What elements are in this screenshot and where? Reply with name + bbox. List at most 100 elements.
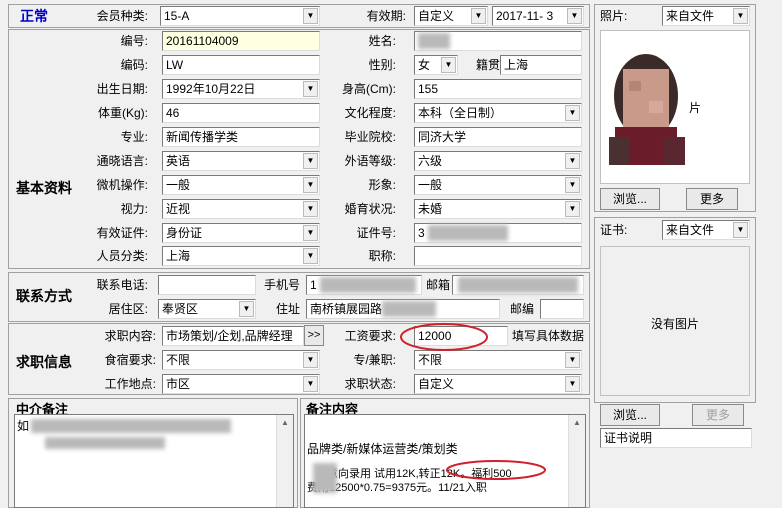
origin-label: 籍贯 — [475, 58, 500, 72]
certificate-more-button[interactable]: 更多 — [692, 404, 744, 426]
chevron-down-icon: ▼ — [441, 57, 456, 73]
chevron-down-icon: ▼ — [565, 352, 580, 368]
cert-type-label: 有效证件: — [96, 226, 148, 240]
certificate-empty-text: 没有图片 — [650, 317, 699, 331]
zip-field[interactable] — [540, 299, 584, 319]
member-type-select[interactable]: 15-A ▼ — [160, 6, 320, 26]
chevron-down-icon: ▼ — [303, 376, 318, 392]
education-label: 文化程度: — [344, 106, 396, 120]
school-label: 毕业院校: — [344, 130, 396, 144]
job-content-label: 求职内容: — [104, 329, 156, 343]
email-redaction — [458, 277, 578, 293]
scroll-up-icon[interactable]: ▲ — [277, 415, 293, 431]
birth-date-picker[interactable]: 1992年10月22日 ▼ — [162, 79, 320, 99]
certificate-label: 证书: — [600, 223, 628, 237]
job-content-more-button[interactable]: >> — [304, 325, 324, 346]
salary-hint: 填写具体数据 — [511, 329, 584, 343]
gender-select[interactable]: 女 ▼ — [414, 55, 458, 75]
agency-notes-redaction — [31, 419, 231, 433]
id-label: 编号: — [120, 34, 148, 48]
salary-label: 工资要求: — [344, 329, 396, 343]
basic-section-title: 基本资料 — [16, 180, 72, 196]
category-label: 人员分类: — [96, 249, 148, 263]
zip-label: 邮编 — [509, 302, 534, 316]
board-select[interactable]: 不限 ▼ — [162, 350, 320, 370]
education-select[interactable]: 本科（全日制） ▼ — [414, 103, 582, 123]
email-label: 邮箱 — [425, 278, 450, 292]
major-label: 专业: — [120, 130, 148, 144]
chevron-down-icon: ▼ — [471, 8, 486, 24]
member-type-label: 会员种类: — [96, 9, 148, 23]
job-content-field[interactable]: 市场策划/企划,品牌经理 — [162, 326, 304, 346]
parttime-label: 专/兼职: — [353, 353, 396, 367]
chevron-down-icon: ▼ — [565, 376, 580, 392]
welfare-highlight-circle — [446, 460, 546, 480]
certificate-source-select[interactable]: 来自文件 ▼ — [662, 220, 750, 240]
chevron-down-icon: ▼ — [303, 153, 318, 169]
photo-side-text: 片 — [689, 101, 702, 115]
chevron-down-icon: ▼ — [565, 105, 580, 121]
name-label: 姓名: — [368, 34, 396, 48]
major-field[interactable]: 新闻传播学类 — [162, 127, 320, 147]
image-label: 形象: — [368, 178, 396, 192]
address-redaction — [382, 301, 436, 317]
weight-label: 体重(Kg): — [97, 106, 148, 120]
code-field[interactable]: LW — [162, 55, 320, 75]
agency-notes-text: 如 — [17, 419, 30, 433]
validity-date-picker[interactable]: 2017-11- 3 ▼ — [492, 6, 584, 26]
title-field[interactable] — [414, 246, 582, 266]
agency-notes-redaction-2 — [45, 437, 165, 449]
photo-more-button[interactable]: 更多 — [686, 188, 738, 210]
language-select[interactable]: 英语 ▼ — [162, 151, 320, 171]
code-label: 编码: — [120, 58, 148, 72]
remark-scrollbar[interactable]: ▲ — [568, 415, 585, 507]
certificate-browse-button[interactable]: 浏览... — [600, 404, 660, 426]
chevron-down-icon: ▼ — [303, 201, 318, 217]
chevron-down-icon: ▼ — [303, 81, 318, 97]
height-label: 身高(Cm): — [342, 82, 396, 96]
district-select[interactable]: 奉贤区 ▼ — [158, 299, 256, 319]
chevron-down-icon: ▼ — [303, 248, 318, 264]
phone-field[interactable] — [158, 275, 256, 295]
origin-field[interactable]: 上海 — [500, 55, 582, 75]
vision-label: 视力: — [120, 202, 148, 216]
lang-level-select[interactable]: 六级 ▼ — [414, 151, 582, 171]
category-select[interactable]: 上海 ▼ — [162, 246, 320, 266]
id-field[interactable]: 20161104009 — [162, 31, 320, 51]
marital-select[interactable]: 未婚 ▼ — [414, 199, 582, 219]
vision-select[interactable]: 近视 ▼ — [162, 199, 320, 219]
chevron-down-icon: ▼ — [565, 177, 580, 193]
remark-line-1: 品牌类/新媒体运营类/策划类 — [307, 442, 458, 456]
validity-mode-select[interactable]: 自定义 ▼ — [414, 6, 488, 26]
chevron-down-icon: ▼ — [565, 153, 580, 169]
image-select[interactable]: 一般 ▼ — [414, 175, 582, 195]
marital-label: 婚育状况: — [344, 202, 396, 216]
chevron-down-icon: ▼ — [565, 201, 580, 217]
computer-select[interactable]: 一般 ▼ — [162, 175, 320, 195]
photo-source-select[interactable]: 来自文件 ▼ — [662, 6, 750, 26]
height-field[interactable]: 155 — [414, 79, 582, 99]
agency-notes-scrollbar[interactable]: ▲ — [276, 415, 293, 507]
language-label: 通晓语言: — [96, 154, 148, 168]
contact-section-title: 联系方式 — [16, 288, 72, 304]
photo-browse-button[interactable]: 浏览... — [600, 188, 660, 210]
cert-type-select[interactable]: 身份证 ▼ — [162, 223, 320, 243]
certificate-desc-field[interactable]: 证书说明 — [600, 428, 752, 448]
chevron-down-icon: ▼ — [303, 225, 318, 241]
gender-label: 性别: — [368, 58, 396, 72]
parttime-select[interactable]: 不限 ▼ — [414, 350, 582, 370]
mobile-redaction — [320, 277, 416, 293]
jobstatus-select[interactable]: 自定义 ▼ — [414, 374, 582, 394]
location-select[interactable]: 市区 ▼ — [162, 374, 320, 394]
title-label: 职称: — [368, 249, 396, 263]
chevron-down-icon: ▼ — [303, 352, 318, 368]
mobile-label: 手机号 — [263, 278, 300, 292]
chevron-down-icon: ▼ — [733, 222, 748, 238]
photo-frame: 片 — [600, 30, 750, 184]
status-label: 正常 — [20, 8, 48, 24]
scroll-up-icon[interactable]: ▲ — [569, 415, 585, 431]
location-label: 工作地点: — [104, 377, 156, 391]
agency-notes-textarea[interactable]: 如 ▲ — [14, 414, 294, 508]
weight-field[interactable]: 46 — [162, 103, 320, 123]
school-field[interactable]: 同济大学 — [414, 127, 582, 147]
